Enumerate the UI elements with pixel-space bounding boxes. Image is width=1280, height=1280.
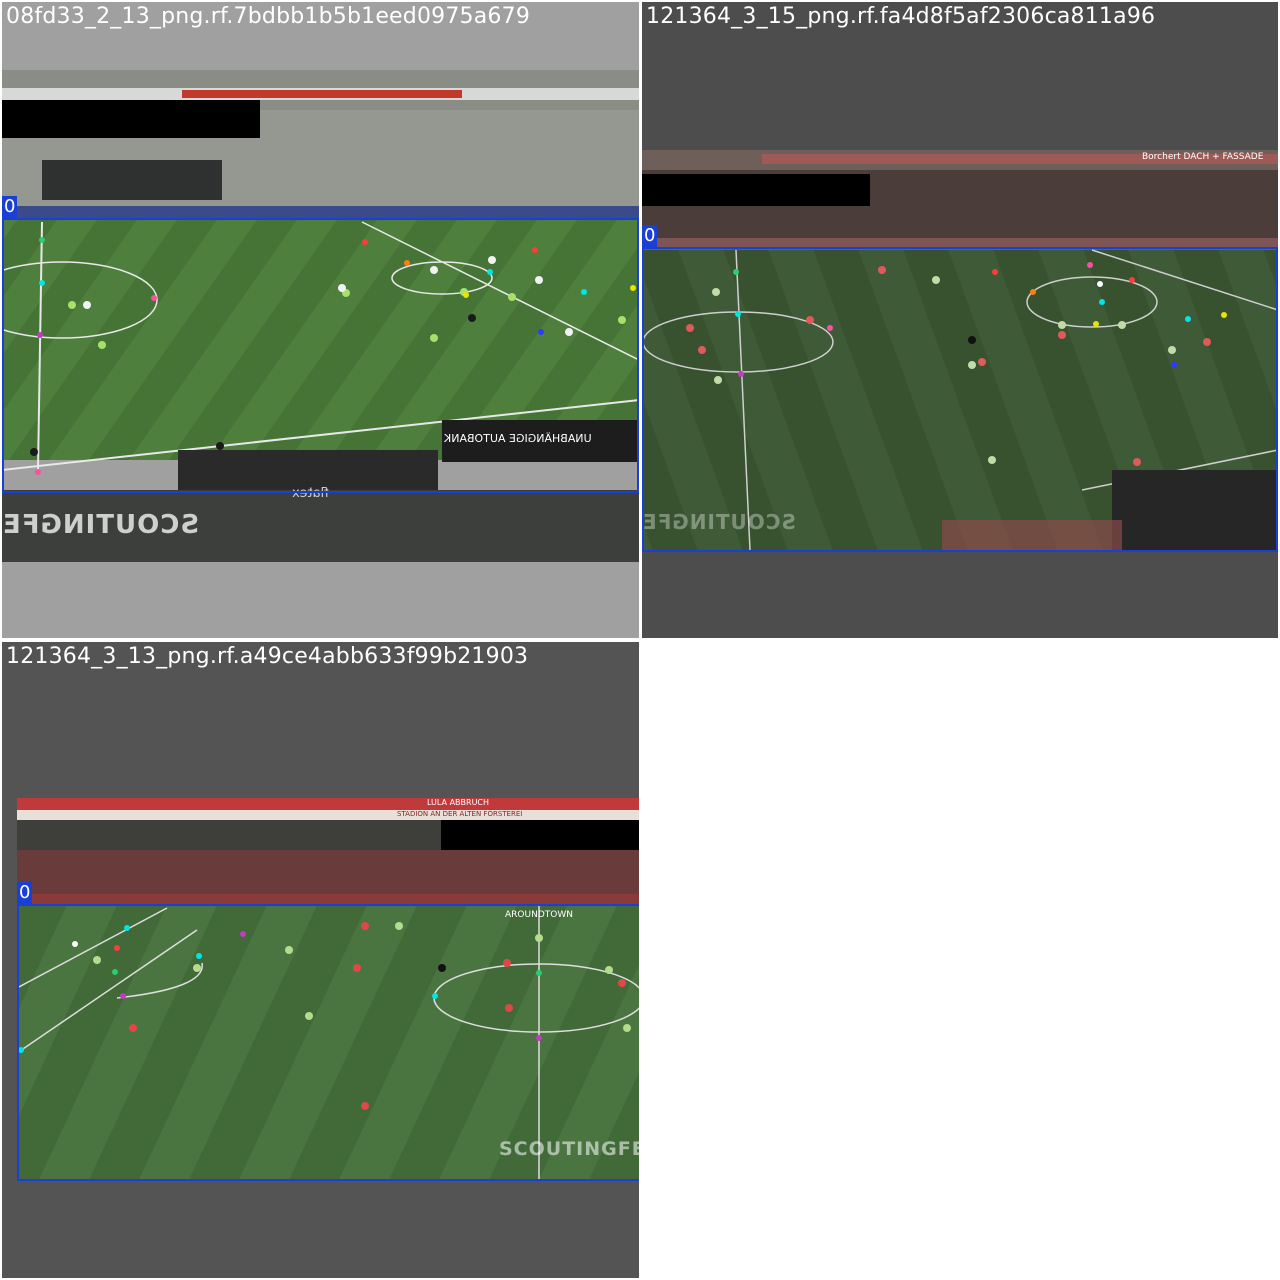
watermark-text: SCOUTINGFE <box>2 510 200 540</box>
ad-board-text: STADION AN DER ALTEN FÖRSTEREI <box>397 810 523 818</box>
sample-tile-3: SCOUTINGFE LULA ABBRUCH AROUNDTOWN STADI… <box>2 642 639 1278</box>
class-label: 0 <box>642 225 658 247</box>
bounding-box <box>642 247 1278 552</box>
sample-tile-1: SCOUTINGFE UNABHÄNGIGE AUTOBANK flatex 0… <box>2 2 639 638</box>
ad-board-text: LULA ABBRUCH <box>427 798 490 807</box>
redaction-box <box>441 820 639 850</box>
bounding-box <box>2 218 639 493</box>
ad-board-text: Borchert DACH + FASSADE <box>1142 152 1264 162</box>
redaction-box <box>642 174 870 206</box>
image-filename: 121364_3_13_png.rf.a49ce4abb633f99b21903 <box>6 644 529 669</box>
redaction-box <box>2 100 260 138</box>
bounding-box <box>17 904 639 1181</box>
image-filename: 121364_3_15_png.rf.fa4d8f5af2306ca811a96 <box>646 4 1156 29</box>
class-label: 0 <box>17 882 33 904</box>
class-label: 0 <box>2 196 18 218</box>
sample-tile-2: SCOUTINGFE Borchert DACH + FASSADE 0 121… <box>642 2 1278 638</box>
image-filename: 08fd33_2_13_png.rf.7bdbb1b5b1eed0975a679 <box>6 4 531 29</box>
